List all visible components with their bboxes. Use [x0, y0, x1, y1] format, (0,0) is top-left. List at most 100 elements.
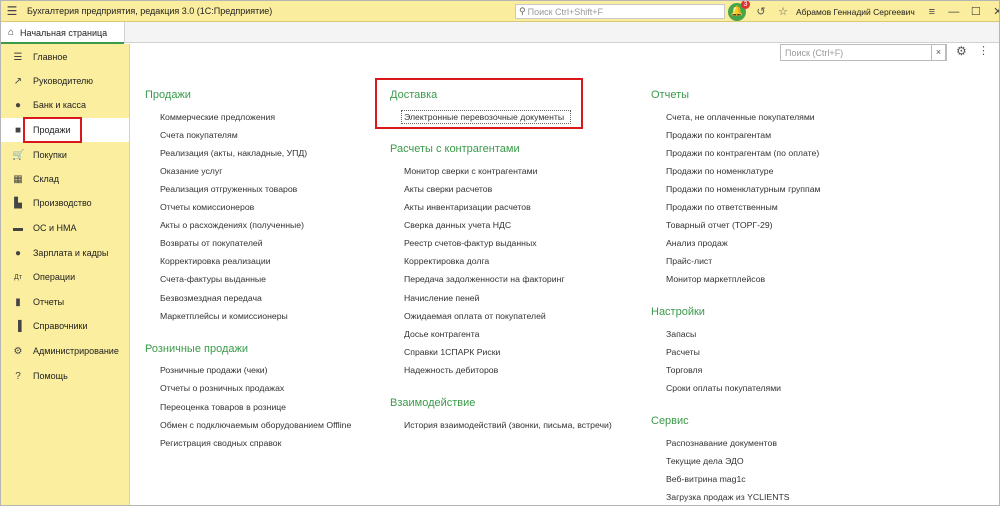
- link-sales-docs[interactable]: Реализация (акты, накладные, УПД): [160, 148, 307, 158]
- sidebar-item-main[interactable]: ☰ Главное: [1, 45, 129, 69]
- link-document-recognition[interactable]: Распознавание документов: [666, 438, 777, 448]
- link-edo-tasks[interactable]: Текущие дела ЭДО: [666, 456, 744, 466]
- link-issued-invoices[interactable]: Счета-фактуры выданные: [160, 274, 266, 284]
- link-services[interactable]: Оказание услуг: [160, 166, 222, 176]
- link-shipped-goods[interactable]: Реализация отгруженных товаров: [160, 184, 297, 194]
- hamburger-icon[interactable]: ☰: [1, 4, 23, 18]
- tab-home[interactable]: ⌂ Начальная страница: [1, 22, 125, 44]
- link-sales-analysis[interactable]: Анализ продаж: [666, 238, 728, 248]
- sidebar-item-purchases[interactable]: 🛒 Покупки: [1, 143, 129, 167]
- sidebar-item-label: Банк и касса: [33, 100, 86, 110]
- link-commissioner-reports[interactable]: Отчеты комиссионеров: [160, 202, 254, 212]
- link-payment-terms[interactable]: Сроки оплаты покупателями: [666, 383, 781, 393]
- sidebar: ☰ Главное ↗ Руководителю ● Банк и касса …: [1, 44, 130, 505]
- settings-menu-icon[interactable]: ≡: [921, 6, 943, 18]
- search-icon: ⚲: [519, 6, 526, 16]
- link-debtor-reliability[interactable]: Надежность дебиторов: [404, 365, 498, 375]
- favorites-star-icon[interactable]: ☆: [772, 5, 794, 18]
- link-sales-by-counterparty[interactable]: Продажи по контрагентам: [666, 130, 771, 140]
- link-marketplaces[interactable]: Маркетплейсы и комиссионеры: [160, 311, 288, 321]
- link-interaction-history[interactable]: История взаимодействий (звонки, письма, …: [404, 420, 612, 430]
- maximize-icon[interactable]: ☐: [965, 5, 987, 18]
- sidebar-item-sales[interactable]: ■ Продажи: [1, 117, 129, 143]
- link-commercial-offers[interactable]: Коммерческие предложения: [160, 112, 275, 122]
- people-icon: ●: [14, 247, 22, 259]
- book-icon: ▐: [14, 320, 22, 332]
- link-invoice-registry[interactable]: Реестр счетов-фактур выданных: [404, 238, 537, 248]
- link-electronic-waybills[interactable]: Электронные перевозочные документы: [404, 112, 564, 122]
- minimize-icon[interactable]: —: [943, 6, 965, 18]
- section-search-input[interactable]: Поиск (Ctrl+F) ×: [780, 44, 947, 61]
- link-reconciliation-monitor[interactable]: Монитор сверки с контрагентами: [404, 166, 537, 176]
- sidebar-item-production[interactable]: ▙ Производство: [1, 191, 129, 215]
- sidebar-item-catalogs[interactable]: ▐ Справочники: [1, 314, 129, 338]
- link-factoring[interactable]: Передача задолженности на факторинг: [404, 274, 565, 284]
- link-web-showcase[interactable]: Веб-витрина mag1c: [666, 474, 746, 484]
- sidebar-item-assets[interactable]: ▬ ОС и НМА: [1, 216, 129, 240]
- sidebar-item-label: Помощь: [33, 371, 68, 381]
- sidebar-item-warehouse[interactable]: ▦ Склад: [1, 167, 129, 191]
- link-calculations[interactable]: Расчеты: [666, 347, 700, 357]
- current-user[interactable]: Абрамов Геннадий Сергеевич: [796, 7, 915, 17]
- global-search-input[interactable]: ⚲ Поиск Ctrl+Shift+F: [515, 4, 725, 19]
- hamburger-icon: ☰: [13, 51, 23, 63]
- notifications-bell-icon[interactable]: 🔔 3: [728, 1, 750, 21]
- sidebar-item-label: ОС и НМА: [33, 223, 77, 233]
- sidebar-item-reports[interactable]: ▮ Отчеты: [1, 290, 129, 314]
- clear-search-icon[interactable]: ×: [931, 44, 946, 61]
- link-inventory-acts[interactable]: Акты инвентаризации расчетов: [404, 202, 531, 212]
- link-debt-adjustment[interactable]: Корректировка долга: [404, 256, 489, 266]
- link-trade[interactable]: Торговля: [666, 365, 702, 375]
- sidebar-item-admin[interactable]: ⚙ Администрирование: [1, 339, 129, 363]
- link-discrepancy-acts[interactable]: Акты о расхождениях (полученные): [160, 220, 304, 230]
- gear-icon[interactable]: ⚙: [956, 44, 967, 58]
- link-sales-by-responsible[interactable]: Продажи по ответственным: [666, 202, 778, 212]
- link-customer-invoices[interactable]: Счета покупателям: [160, 130, 238, 140]
- sidebar-item-payroll[interactable]: ● Зарплата и кадры: [1, 241, 129, 265]
- link-offline-exchange[interactable]: Обмен с подключаемым оборудованием Offli…: [160, 420, 351, 430]
- link-summary-certificates[interactable]: Регистрация сводных справок: [160, 438, 281, 448]
- link-retail-revaluation[interactable]: Переоценка товаров в рознице: [160, 402, 286, 412]
- section-search-placeholder: Поиск (Ctrl+F): [785, 47, 844, 58]
- sidebar-item-label: Справочники: [33, 321, 88, 331]
- link-reconciliation-acts[interactable]: Акты сверки расчетов: [404, 184, 492, 194]
- link-stocks[interactable]: Запасы: [666, 329, 696, 339]
- link-yclients-import[interactable]: Загрузка продаж из YCLIENTS: [666, 492, 790, 502]
- link-torg29[interactable]: Товарный отчет (ТОРГ-29): [666, 220, 773, 230]
- link-customer-returns[interactable]: Возвраты от покупателей: [160, 238, 263, 248]
- link-counterparty-dossier[interactable]: Досье контрагента: [404, 329, 479, 339]
- link-free-transfer[interactable]: Безвозмездная передача: [160, 293, 262, 303]
- sidebar-item-operations[interactable]: Дт Операции: [1, 265, 129, 289]
- link-expected-payment[interactable]: Ожидаемая оплата от покупателей: [404, 311, 546, 321]
- link-vat-reconciliation[interactable]: Сверка данных учета НДС: [404, 220, 511, 230]
- link-unpaid-invoices[interactable]: Счета, не оплаченные покупателями: [666, 112, 815, 122]
- link-sales-by-item-group[interactable]: Продажи по номенклатурным группам: [666, 184, 821, 194]
- section-title-sales: Продажи: [145, 89, 191, 101]
- sidebar-item-bank[interactable]: ● Банк и касса: [1, 93, 129, 117]
- tab-strip: ⌂ Начальная страница: [1, 22, 999, 44]
- help-icon: ?: [15, 370, 21, 382]
- sidebar-item-label: Зарплата и кадры: [33, 248, 109, 258]
- cart-icon: 🛒: [12, 149, 25, 161]
- link-price-list[interactable]: Прайс-лист: [666, 256, 712, 266]
- link-spark-risks[interactable]: Справки 1СПАРК Риски: [404, 347, 500, 357]
- link-sales-by-counterparty-payment[interactable]: Продажи по контрагентам (по оплате): [666, 148, 819, 158]
- close-icon[interactable]: ✕: [987, 5, 999, 18]
- link-retail-sales[interactable]: Розничные продажи (чеки): [160, 365, 268, 375]
- title-bar: ☰ Бухгалтерия предприятия, редакция 3.0 …: [1, 1, 999, 22]
- link-sales-by-item[interactable]: Продажи по номенклатуре: [666, 166, 773, 176]
- more-options-icon[interactable]: ⋮: [978, 44, 989, 57]
- link-penalties[interactable]: Начисление пеней: [404, 293, 479, 303]
- link-marketplace-monitor[interactable]: Монитор маркетплейсов: [666, 274, 765, 284]
- sidebar-item-manager[interactable]: ↗ Руководителю: [1, 69, 129, 93]
- highlight-frame: [23, 117, 82, 143]
- sidebar-item-label: Производство: [33, 198, 92, 208]
- sidebar-item-help[interactable]: ? Помощь: [1, 364, 129, 388]
- gear-icon: ⚙: [13, 345, 23, 357]
- sidebar-item-label: Операции: [33, 272, 76, 282]
- truck-icon: ▬: [13, 222, 23, 234]
- history-icon[interactable]: ↺: [750, 5, 772, 18]
- coin-icon: ●: [14, 99, 22, 111]
- link-sales-adjustment[interactable]: Корректировка реализации: [160, 256, 271, 266]
- link-retail-reports[interactable]: Отчеты о розничных продажах: [160, 383, 284, 393]
